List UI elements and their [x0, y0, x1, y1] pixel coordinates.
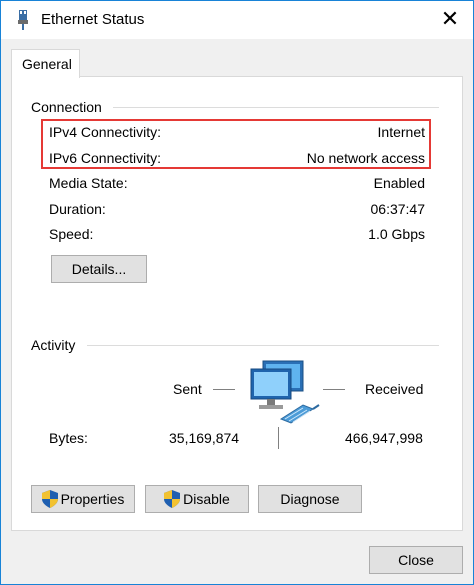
duration-label: Duration: [49, 201, 106, 217]
properties-button-label: Properties [60, 491, 125, 507]
ipv6-connectivity-value: No network access [306, 150, 425, 166]
tab-general[interactable]: General [11, 49, 80, 78]
disable-button[interactable]: Disable [145, 485, 249, 513]
connection-group-label: Connection [31, 99, 102, 115]
speed-label: Speed: [49, 226, 94, 242]
activity-divider [87, 345, 439, 346]
media-state-label: Media State: [49, 175, 128, 191]
window-title: Ethernet Status [41, 11, 145, 28]
speed-value: 1.0 Gbps [368, 226, 425, 242]
media-state-value: Enabled [373, 175, 425, 191]
connection-divider [113, 107, 439, 108]
network-computers-icon [250, 360, 320, 424]
received-dash [323, 389, 345, 390]
ipv4-connectivity-label: IPv4 Connectivity: [49, 124, 162, 140]
ethernet-cable-icon [18, 10, 28, 30]
ipv4-connectivity-value: Internet [377, 124, 425, 140]
sent-dash [213, 389, 235, 390]
disable-button-label: Disable [183, 491, 230, 507]
tab-label: General [22, 56, 72, 72]
title-bar[interactable]: Ethernet Status ✕ [1, 1, 473, 39]
bytes-received-value: 466,947,998 [345, 430, 423, 446]
details-button[interactable]: Details... [51, 255, 147, 283]
ipv6-connectivity-label: IPv6 Connectivity: [49, 150, 162, 166]
bytes-label: Bytes: [49, 430, 88, 446]
close-icon[interactable]: ✕ [439, 7, 461, 31]
duration-value: 06:37:47 [370, 201, 426, 217]
sent-label: Sent [173, 381, 202, 397]
bytes-separator [278, 427, 279, 449]
uac-shield-icon [164, 490, 181, 508]
received-label: Received [365, 381, 424, 397]
diagnose-button[interactable]: Diagnose [258, 485, 362, 513]
activity-group-label: Activity [31, 337, 76, 353]
bytes-sent-value: 35,169,874 [169, 430, 240, 446]
uac-shield-icon [41, 490, 58, 508]
properties-button[interactable]: Properties [31, 485, 135, 513]
close-button[interactable]: Close [369, 546, 463, 574]
ethernet-status-window: Ethernet Status ✕ General Connection IPv… [0, 0, 474, 585]
